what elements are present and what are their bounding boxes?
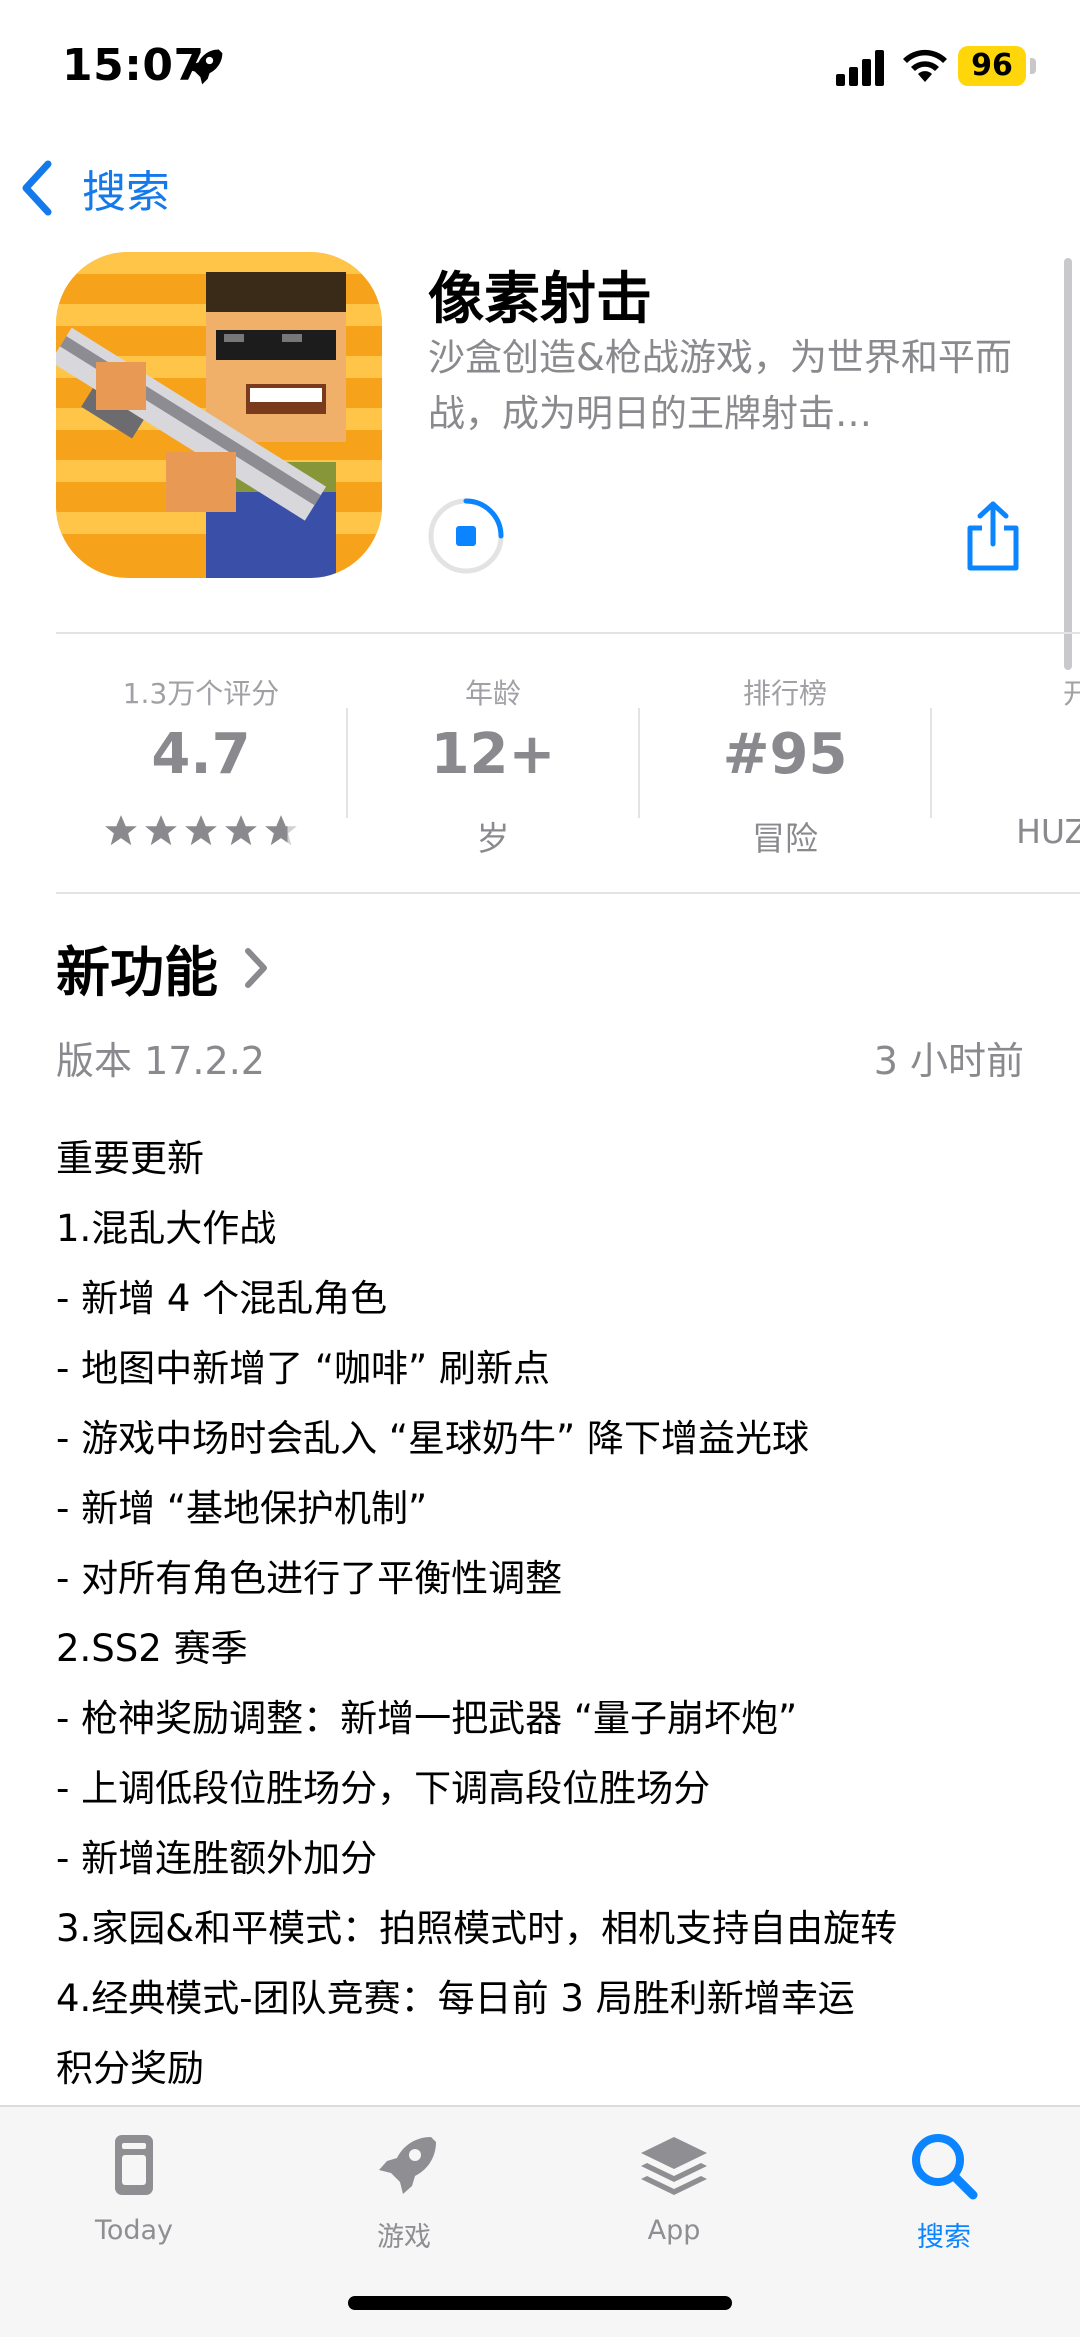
app-icon [56,252,382,578]
star-icon [105,815,137,846]
stat-ratings: 1.3万个评分 4.7 [56,660,346,880]
stat-sub: 冒险 [752,819,818,858]
back-button[interactable]: 搜索 [18,158,170,218]
today-icon [115,2135,153,2195]
stat-sub: 岁 [476,819,510,858]
tab-label: Today [94,2215,174,2246]
star-icon [145,815,177,846]
star-rating [56,812,346,850]
tab-label: App [647,2215,701,2246]
whats-new-header[interactable]: 新功能 [56,928,270,1007]
stat-sub: HUZHO [1016,812,1080,851]
note-line: 3.家园&和平模式：拍照模式时，相机支持自由旋转 [56,1907,898,1950]
stat-value: #95 [722,722,848,787]
app-stats-row: 1.3万个评分 4.7 年龄 12+ 岁 排行榜 #95 冒险 开 HUZHO [56,660,1080,880]
chevron-left-icon [22,160,52,216]
tab-label: 搜索 [917,2222,971,2253]
note-line: - 枪神奖励调整：新增一把武器 “量子崩坏炮” [56,1697,798,1740]
download-stop-button[interactable] [426,496,506,576]
whats-new-title: 新功能 [56,941,218,1004]
note-line: - 地图中新增了 “咖啡” 刷新点 [56,1347,550,1390]
tab-today[interactable]: Today [34,2127,234,2257]
stat-value: 12+ [430,722,556,787]
note-line: 积分奖励 [56,2047,204,2090]
stat-age: 年龄 12+ 岁 [348,660,638,880]
battery-indicator: 96 [958,46,1026,86]
tab-games[interactable]: 游戏 [304,2127,504,2257]
tab-search[interactable]: 搜索 [844,2127,1044,2257]
status-bar: 15:07 96 [0,0,1080,140]
note-line: - 上调低段位胜场分，下调高段位胜场分 [56,1767,711,1810]
note-line: 1.混乱大作战 [56,1207,277,1250]
battery-tip [1030,58,1036,74]
search-icon [912,2134,978,2200]
stat-chart[interactable]: 排行榜 #95 冒险 [640,660,930,880]
divider [56,632,1080,634]
pixel-shooter-app-icon [56,252,382,578]
release-notes: 重要更新 1.混乱大作战 - 新增 4 个混乱角色 - 地图中新增了 “咖啡” … [56,1124,1046,2104]
release-time: 3 小时前 [873,1039,1024,1083]
cellular-signal-icon [836,50,884,86]
chevron-right-icon [245,947,267,988]
tab-label: 游戏 [377,2222,431,2253]
stat-value: 4.7 [151,722,251,787]
share-icon[interactable] [962,500,1024,572]
star-half-icon [265,815,297,846]
wifi-icon [903,49,947,82]
note-line: - 对所有角色进行了平衡性调整 [56,1557,563,1600]
back-label: 搜索 [82,167,170,218]
divider [56,892,1080,894]
note-line: - 新增连胜额外加分 [56,1837,378,1880]
stat-label: 开 [1062,677,1080,710]
note-line: - 游戏中场时会乱入 “星球奶牛” 降下增益光球 [56,1417,809,1460]
version-label: 版本 17.2.2 [56,1039,265,1083]
note-line: 重要更新 [56,1137,204,1180]
stat-developer[interactable]: 开 HUZHO [932,660,1080,880]
rocket-icon [379,2137,436,2194]
tab-apps[interactable]: App [574,2127,774,2257]
note-line: 4.经典模式-团队竞赛：每日前 3 局胜利新增幸运 [56,1977,855,2020]
stat-label: 1.3万个评分 [122,677,280,710]
note-line: - 新增 “基地保护机制” [56,1487,428,1530]
note-line: 2.SS2 赛季 [56,1627,248,1670]
stat-label: 年龄 [464,677,521,710]
note-line: - 新增 4 个混乱角色 [56,1277,388,1320]
app-subtitle: 沙盒创造&枪战游戏，为世界和平而战，成为明日的王牌射击… [428,336,1012,435]
apps-stack-icon [641,2137,707,2195]
stat-label: 排行榜 [742,677,827,710]
rocket-status-icon [187,49,223,85]
star-icon [225,815,257,846]
home-indicator[interactable] [348,2296,732,2310]
app-title: 像素射击 [428,267,652,332]
scroll-indicator[interactable] [1064,258,1072,670]
star-icon [185,815,217,846]
